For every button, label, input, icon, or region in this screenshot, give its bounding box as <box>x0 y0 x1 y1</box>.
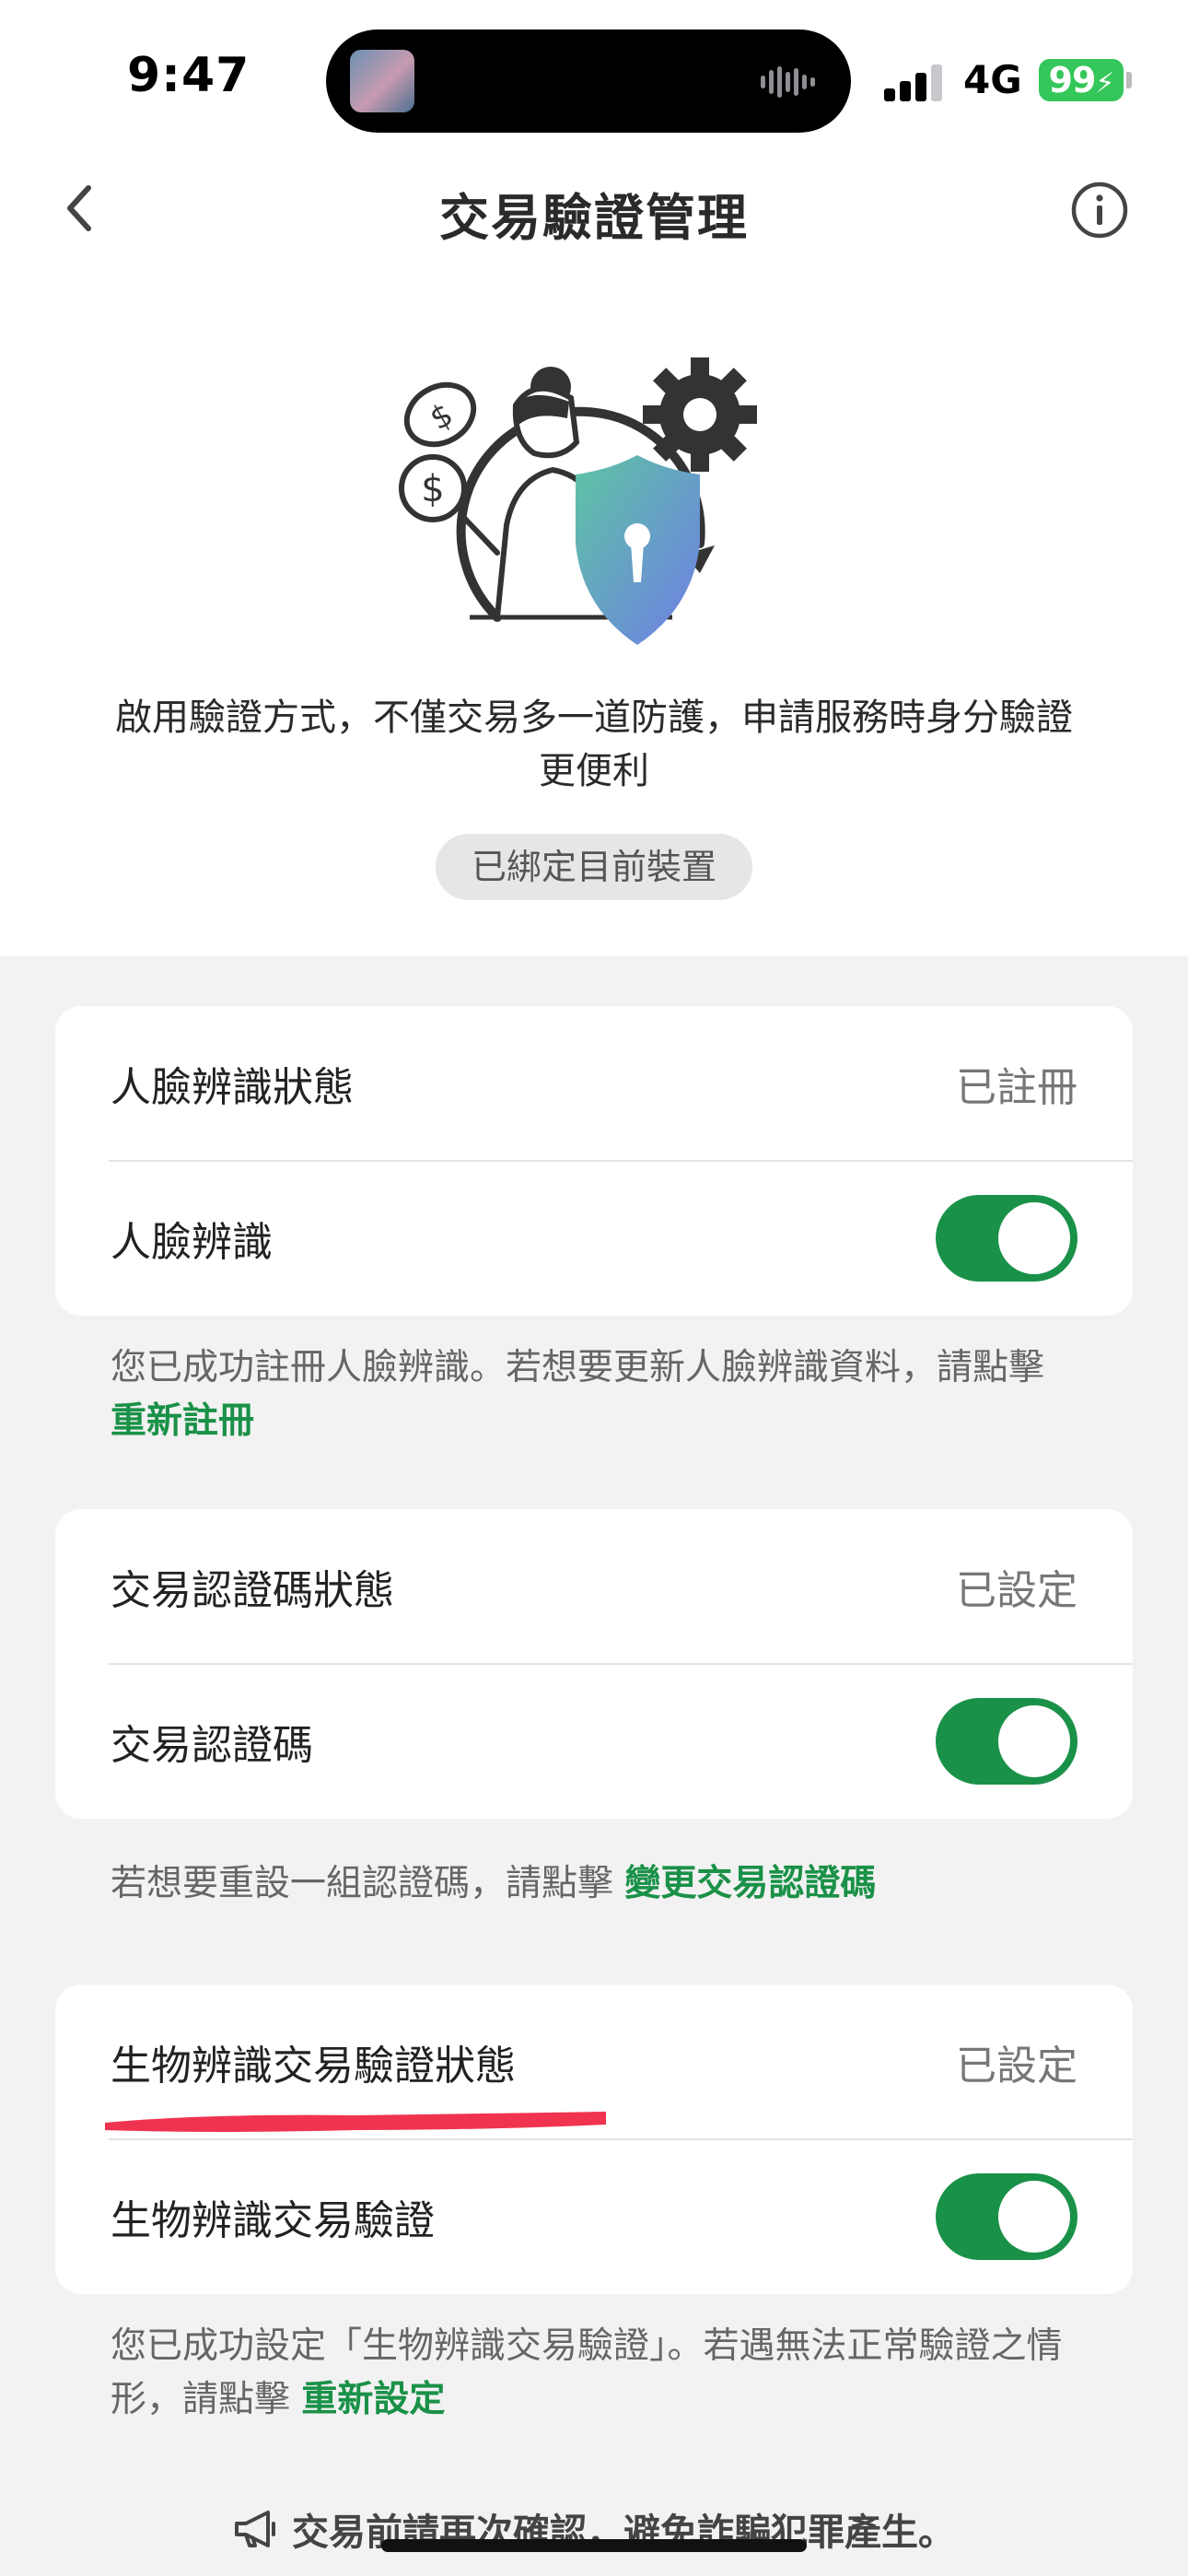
status-time: 9:47 <box>127 48 250 103</box>
passcode-status-row: 交易認證碼狀態 已設定 <box>111 1509 1077 1664</box>
toggle-knob <box>998 2181 1070 2253</box>
info-circle-icon[interactable] <box>1070 181 1129 240</box>
biometric-card: 生物辨識交易驗證狀態 已設定 生物辨識交易驗證 <box>55 1985 1133 2294</box>
device-bound-badge: 已綁定目前裝置 <box>436 834 752 900</box>
cellular-signal-icon <box>884 64 942 101</box>
face-status-label: 人臉辨識狀態 <box>111 1064 354 1111</box>
face-note: 您已成功註冊人臉辨識。若想要更新人臉辨識資料，請點擊 重新註冊 <box>111 1341 1087 1448</box>
passcode-toggle-label: 交易認證碼 <box>111 1722 313 1769</box>
biometric-status-label: 生物辨識交易驗證狀態 <box>111 2043 516 2090</box>
toggle-knob <box>998 1202 1070 1274</box>
battery-icon: 99⚡ <box>1039 59 1124 101</box>
change-passcode-link[interactable]: 變更交易認證碼 <box>624 1863 876 1904</box>
dynamic-island[interactable] <box>326 29 851 133</box>
face-note-text: 您已成功註冊人臉辨識。若想要更新人臉辨識資料，請點擊 <box>111 1347 1045 1388</box>
biometric-note-text: 您已成功設定「生物辨識交易驗證」。若遇無法正常驗證之情形，請點擊 <box>111 2325 1063 2420</box>
hero-description-line1: 啟用驗證方式，不僅交易多一道防護，申請服務時身分驗證 <box>115 697 1073 739</box>
page-title: 交易驗證管理 <box>439 189 749 247</box>
passcode-toggle[interactable] <box>936 1698 1077 1785</box>
red-highlight-mark <box>105 2112 606 2132</box>
home-indicator[interactable] <box>381 2539 807 2552</box>
battery-cap <box>1126 72 1132 88</box>
hero-description: 啟用驗證方式，不僅交易多一道防護，申請服務時身分驗證 更便利 <box>74 691 1114 798</box>
network-type: 4G <box>963 57 1022 102</box>
passcode-note-text: 若想要重設一組認證碼，請點擊 <box>111 1863 614 1904</box>
biometric-note: 您已成功設定「生物辨識交易驗證」。若遇無法正常驗證之情形，請點擊 重新設定 <box>111 2320 1087 2427</box>
security-illustration: $ $ <box>399 357 757 645</box>
dollar-coin-icon: $ <box>399 454 467 522</box>
megaphone-icon <box>235 2511 275 2547</box>
reset-biometric-link[interactable]: 重新設定 <box>301 2379 445 2420</box>
biometric-status-value: 已設定 <box>956 2043 1077 2090</box>
face-recognition-card: 人臉辨識狀態 已註冊 人臉辨識 <box>55 1006 1133 1316</box>
passcode-status-value: 已設定 <box>956 1567 1077 1614</box>
biometric-toggle-label: 生物辨識交易驗證 <box>111 2197 435 2244</box>
charging-bolt-icon: ⚡ <box>1095 67 1114 100</box>
biometric-toggle[interactable] <box>936 2173 1077 2260</box>
passcode-status-label: 交易認證碼狀態 <box>111 1567 394 1614</box>
audio-wave-icon <box>761 66 815 98</box>
face-status-value: 已註冊 <box>956 1064 1077 1111</box>
face-toggle-label: 人臉辨識 <box>111 1219 273 1266</box>
passcode-toggle-row: 交易認證碼 <box>111 1664 1077 1819</box>
hero-description-line2: 更便利 <box>539 750 649 792</box>
dollar-coin-tilted-icon: $ <box>403 381 477 448</box>
passcode-note: 若想要重設一組認證碼，請點擊 變更交易認證碼 <box>111 1857 1087 1911</box>
toggle-knob <box>998 1705 1070 1777</box>
passcode-card: 交易認證碼狀態 已設定 交易認證碼 <box>55 1509 1133 1819</box>
face-recognition-toggle[interactable] <box>936 1195 1077 1282</box>
face-status-row: 人臉辨識狀態 已註冊 <box>111 1006 1077 1161</box>
battery-level: 99 <box>1048 60 1097 100</box>
svg-text:$: $ <box>421 468 444 510</box>
re-register-link[interactable]: 重新註冊 <box>111 1400 254 1442</box>
media-thumbnail <box>350 50 414 112</box>
face-toggle-row: 人臉辨識 <box>111 1161 1077 1316</box>
biometric-toggle-row: 生物辨識交易驗證 <box>111 2139 1077 2294</box>
gear-icon <box>643 357 757 472</box>
